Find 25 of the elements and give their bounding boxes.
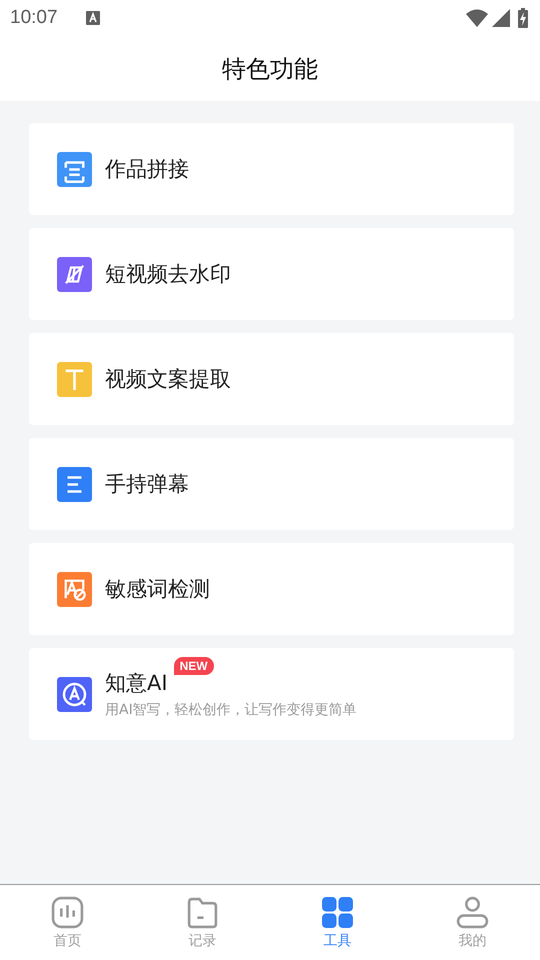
chart-icon bbox=[51, 896, 84, 928]
feature-card[interactable]: 短视频去水印 bbox=[29, 228, 514, 320]
feature-card[interactable]: 手持弹幕 bbox=[29, 438, 514, 530]
clock-time: 10:07 bbox=[10, 7, 58, 29]
grid-icon bbox=[321, 896, 354, 928]
wifi-icon bbox=[466, 9, 488, 27]
feature-label: 视频文案提取 bbox=[105, 366, 231, 393]
page-title: 特色功能 bbox=[222, 54, 318, 84]
new-badge: NEW bbox=[174, 657, 214, 675]
feature-label: 作品拼接 bbox=[105, 156, 189, 183]
feature-label: 手持弹幕 bbox=[105, 471, 189, 498]
feature-card[interactable]: 敏感词检测 bbox=[29, 543, 514, 635]
feature-label: 知意AI bbox=[105, 670, 168, 697]
tab[interactable]: 工具 bbox=[270, 885, 405, 960]
battery-icon bbox=[518, 8, 528, 28]
notification-icon bbox=[86, 11, 100, 25]
folder-icon bbox=[186, 896, 219, 928]
feature-label: 短视频去水印 bbox=[105, 261, 231, 288]
feature-card[interactable]: 视频文案提取 bbox=[29, 333, 514, 425]
feature-description: 用AI智写，轻松创作，让写作变得更简单 bbox=[105, 701, 357, 719]
signal-icon bbox=[492, 9, 510, 27]
person-icon bbox=[456, 896, 489, 928]
feature-card[interactable]: 作品拼接 bbox=[29, 123, 514, 215]
feature-card[interactable]: 知意AI NEW 用AI智写，轻松创作，让写作变得更简单 bbox=[29, 648, 514, 740]
feature-label: 敏感词检测 bbox=[105, 576, 210, 603]
